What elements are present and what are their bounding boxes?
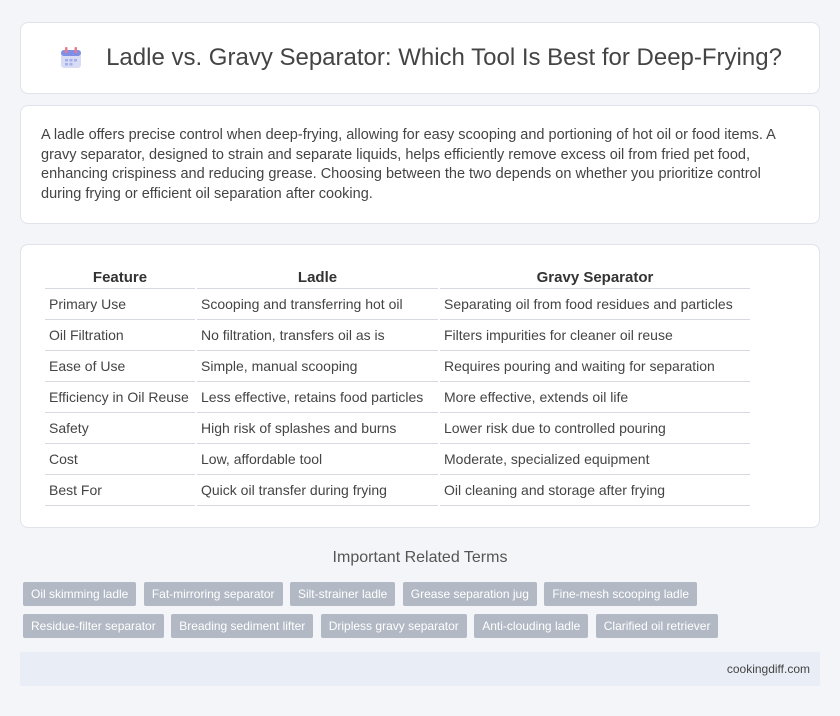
table-row: Oil Filtration No filtration, transfers … [45,320,750,351]
table-row: Cost Low, affordable tool Moderate, spec… [45,444,750,475]
related-term-tag[interactable]: Breading sediment lifter [171,614,314,638]
related-term-tag[interactable]: Anti-clouding ladle [474,614,589,638]
table-cell: Oil cleaning and storage after frying [440,475,750,506]
related-term-tag[interactable]: Residue-filter separator [23,614,164,638]
table-cell: Oil Filtration [45,320,195,351]
table-row: Primary Use Scooping and transferring ho… [45,289,750,320]
table-cell: Requires pouring and waiting for separat… [440,351,750,382]
table-cell: Separating oil from food residues and pa… [440,289,750,320]
table-cell: Safety [45,413,195,444]
table-cell: Cost [45,444,195,475]
comparison-table: Feature Ladle Gravy Separator Primary Us… [43,267,752,506]
table-cell: Filters impurities for cleaner oil reuse [440,320,750,351]
title-card: Ladle vs. Gravy Separator: Which Tool Is… [20,22,820,94]
intro-card: A ladle offers precise control when deep… [20,105,820,224]
table-cell: Lower risk due to controlled pouring [440,413,750,444]
header-ladle: Ladle [197,267,438,289]
table-cell: Ease of Use [45,351,195,382]
table-row: Ease of Use Simple, manual scooping Requ… [45,351,750,382]
table-cell: Quick oil transfer during frying [197,475,438,506]
related-term-tag[interactable]: Fine-mesh scooping ladle [544,582,698,606]
related-term-tag[interactable]: Clarified oil retriever [595,614,719,638]
comparison-table-card: Feature Ladle Gravy Separator Primary Us… [20,244,820,528]
calendar-icon [58,45,84,71]
header-gravy-separator: Gravy Separator [440,267,750,289]
table-row: Safety High risk of splashes and burns L… [45,413,750,444]
table-cell: High risk of splashes and burns [197,413,438,444]
header-feature: Feature [45,267,195,289]
table-cell: Primary Use [45,289,195,320]
table-cell: Low, affordable tool [197,444,438,475]
related-term-tag[interactable]: Silt-strainer ladle [289,582,396,606]
table-cell: Best For [45,475,195,506]
table-cell: Moderate, specialized equipment [440,444,750,475]
related-term-tag[interactable]: Grease separation jug [402,582,537,606]
table-row: Efficiency in Oil Reuse Less effective, … [45,382,750,413]
footer-site-link[interactable]: cookingdiff.com [727,662,810,676]
related-term-tag[interactable]: Dripless gravy separator [320,614,467,638]
table-cell: Less effective, retains food particles [197,382,438,413]
table-header-row: Feature Ladle Gravy Separator [45,267,750,289]
table-cell: Efficiency in Oil Reuse [45,382,195,413]
intro-text: A ladle offers precise control when deep… [41,127,776,202]
table-cell: No filtration, transfers oil as is [197,320,438,351]
table-cell: Scooping and transferring hot oil [197,289,438,320]
table-row: Best For Quick oil transfer during fryin… [45,475,750,506]
related-term-tag[interactable]: Fat-mirroring separator [143,582,283,606]
related-term-tag[interactable]: Oil skimming ladle [23,582,137,606]
related-terms-title: Important Related Terms [332,549,508,566]
table-cell: Simple, manual scooping [197,351,438,382]
page-title: Ladle vs. Gravy Separator: Which Tool Is… [106,44,782,71]
footer: cookingdiff.com [20,652,820,686]
table-cell: More effective, extends oil life [440,382,750,413]
related-terms-list: Oil skimming ladle Fat-mirroring separat… [23,582,723,646]
